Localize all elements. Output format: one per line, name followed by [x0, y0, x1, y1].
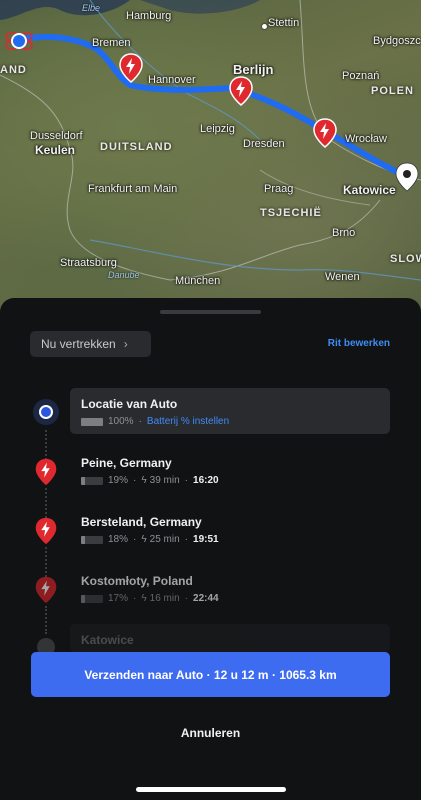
map-label-hamburg: Hamburg [126, 10, 172, 22]
map-label-hannover: Hannover [148, 74, 196, 86]
map-label-muenchen: München [175, 275, 221, 287]
cancel-button[interactable]: Annuleren [0, 726, 421, 740]
map-label-poznan: Poznań [342, 70, 380, 82]
battery-percent: 17% [108, 593, 129, 604]
map-label-keulen: Keulen [35, 143, 76, 157]
battery-icon [81, 476, 103, 485]
charging-bolt-icon: ϟ [141, 534, 147, 545]
map-label-leipzig: Leipzig [200, 123, 235, 135]
map-label-frankfurt: Frankfurt am Main [88, 183, 178, 195]
map-label-wroclaw: Wrocław [345, 133, 387, 145]
route-connector [45, 488, 49, 518]
charging-bolt-icon: ϟ [141, 475, 147, 486]
car-location-marker[interactable] [4, 27, 34, 55]
charger-pin-icon [33, 576, 59, 604]
stop-name: Kostomłoty, Poland [81, 574, 193, 588]
route-connector [45, 430, 49, 460]
home-indicator[interactable] [136, 787, 286, 792]
stop-name: Bersteland, Germany [81, 515, 202, 529]
chevron-right-icon: › [123, 337, 128, 351]
map-label-polen: POLEN [371, 85, 414, 97]
map-label-stettin: Stettin [268, 17, 300, 29]
charge-time: 25 min [149, 534, 180, 545]
map-label-elbe: Elbe [82, 3, 101, 13]
stop-name: Katowice [81, 633, 134, 647]
stop-item-peine[interactable]: Peine, Germany 19% · ϟ 39 min · 16:20 [70, 447, 390, 493]
map-label-duesseldorf: Dusseldorf [30, 130, 83, 142]
map-label-praag: Praag [264, 183, 294, 195]
map-label-bremen: Bremen [92, 37, 131, 49]
map-label-tsjechie: TSJECHIË [260, 207, 322, 219]
charger-pin-icon [33, 517, 59, 545]
stop-item-katowice[interactable]: Katowice [70, 624, 390, 652]
map-label-straatsburg: Straatsburg [60, 257, 117, 269]
edit-trip-link[interactable]: Rit bewerken [328, 338, 390, 349]
route-connector [45, 547, 49, 577]
battery-percent: 18% [108, 534, 129, 545]
battery-icon [81, 594, 103, 603]
map-label-katowice: Katowice [343, 183, 396, 197]
map-city-dot [262, 24, 267, 29]
map-label-duitsland: DUITSLAND [100, 141, 173, 153]
depart-time: 19:51 [193, 534, 219, 545]
map-label-slow: SLOW [390, 253, 421, 265]
map-label-berlijn: Berlijn [233, 62, 274, 77]
battery-percent: 19% [108, 475, 129, 486]
depart-now-button[interactable]: Nu vertrekken › [30, 331, 151, 357]
charging-bolt-icon: ϟ [141, 593, 147, 604]
car-location-icon [33, 399, 59, 425]
map-label-and: AND [0, 64, 27, 76]
charger-pin-icon [33, 458, 59, 486]
send-to-car-button[interactable]: Verzenden naar Auto · 12 u 12 m · 1065.3… [31, 652, 390, 697]
depart-time: 22:44 [193, 593, 219, 604]
stop-item-kostomloty[interactable]: Kostomłoty, Poland 17% · ϟ 16 min · 22:4… [70, 565, 390, 611]
stop-name: Locatie van Auto [81, 397, 178, 411]
battery-icon [81, 535, 103, 544]
stop-name: Peine, Germany [81, 456, 172, 470]
depart-time: 16:20 [193, 475, 219, 486]
sheet-drag-handle[interactable] [160, 310, 261, 314]
map-view[interactable]: Hamburg Stettin Bremen Bydgoszc Hannover… [0, 0, 421, 320]
charge-time: 16 min [149, 593, 180, 604]
stop-item-car-location[interactable]: Locatie van Auto 100% · Batterij % inste… [70, 388, 390, 434]
map-label-bydgoszcz: Bydgoszc [373, 35, 421, 47]
map-label-dresden: Dresden [243, 138, 285, 150]
map-label-wenen: Wenen [325, 271, 360, 283]
stop-item-bersteland[interactable]: Bersteland, Germany 18% · ϟ 25 min · 19:… [70, 506, 390, 552]
depart-now-label: Nu vertrekken [41, 337, 116, 351]
map-label-brno: Brno [332, 227, 356, 239]
trip-sheet: Nu vertrekken › Rit bewerken Locatie van… [0, 298, 421, 800]
charge-time: 39 min [149, 475, 180, 486]
battery-percent: 100% [108, 416, 134, 427]
route-connector [45, 606, 49, 634]
battery-icon [81, 417, 103, 426]
map-label-danube: Danube [108, 270, 140, 280]
set-battery-link[interactable]: Batterij % instellen [147, 416, 229, 427]
